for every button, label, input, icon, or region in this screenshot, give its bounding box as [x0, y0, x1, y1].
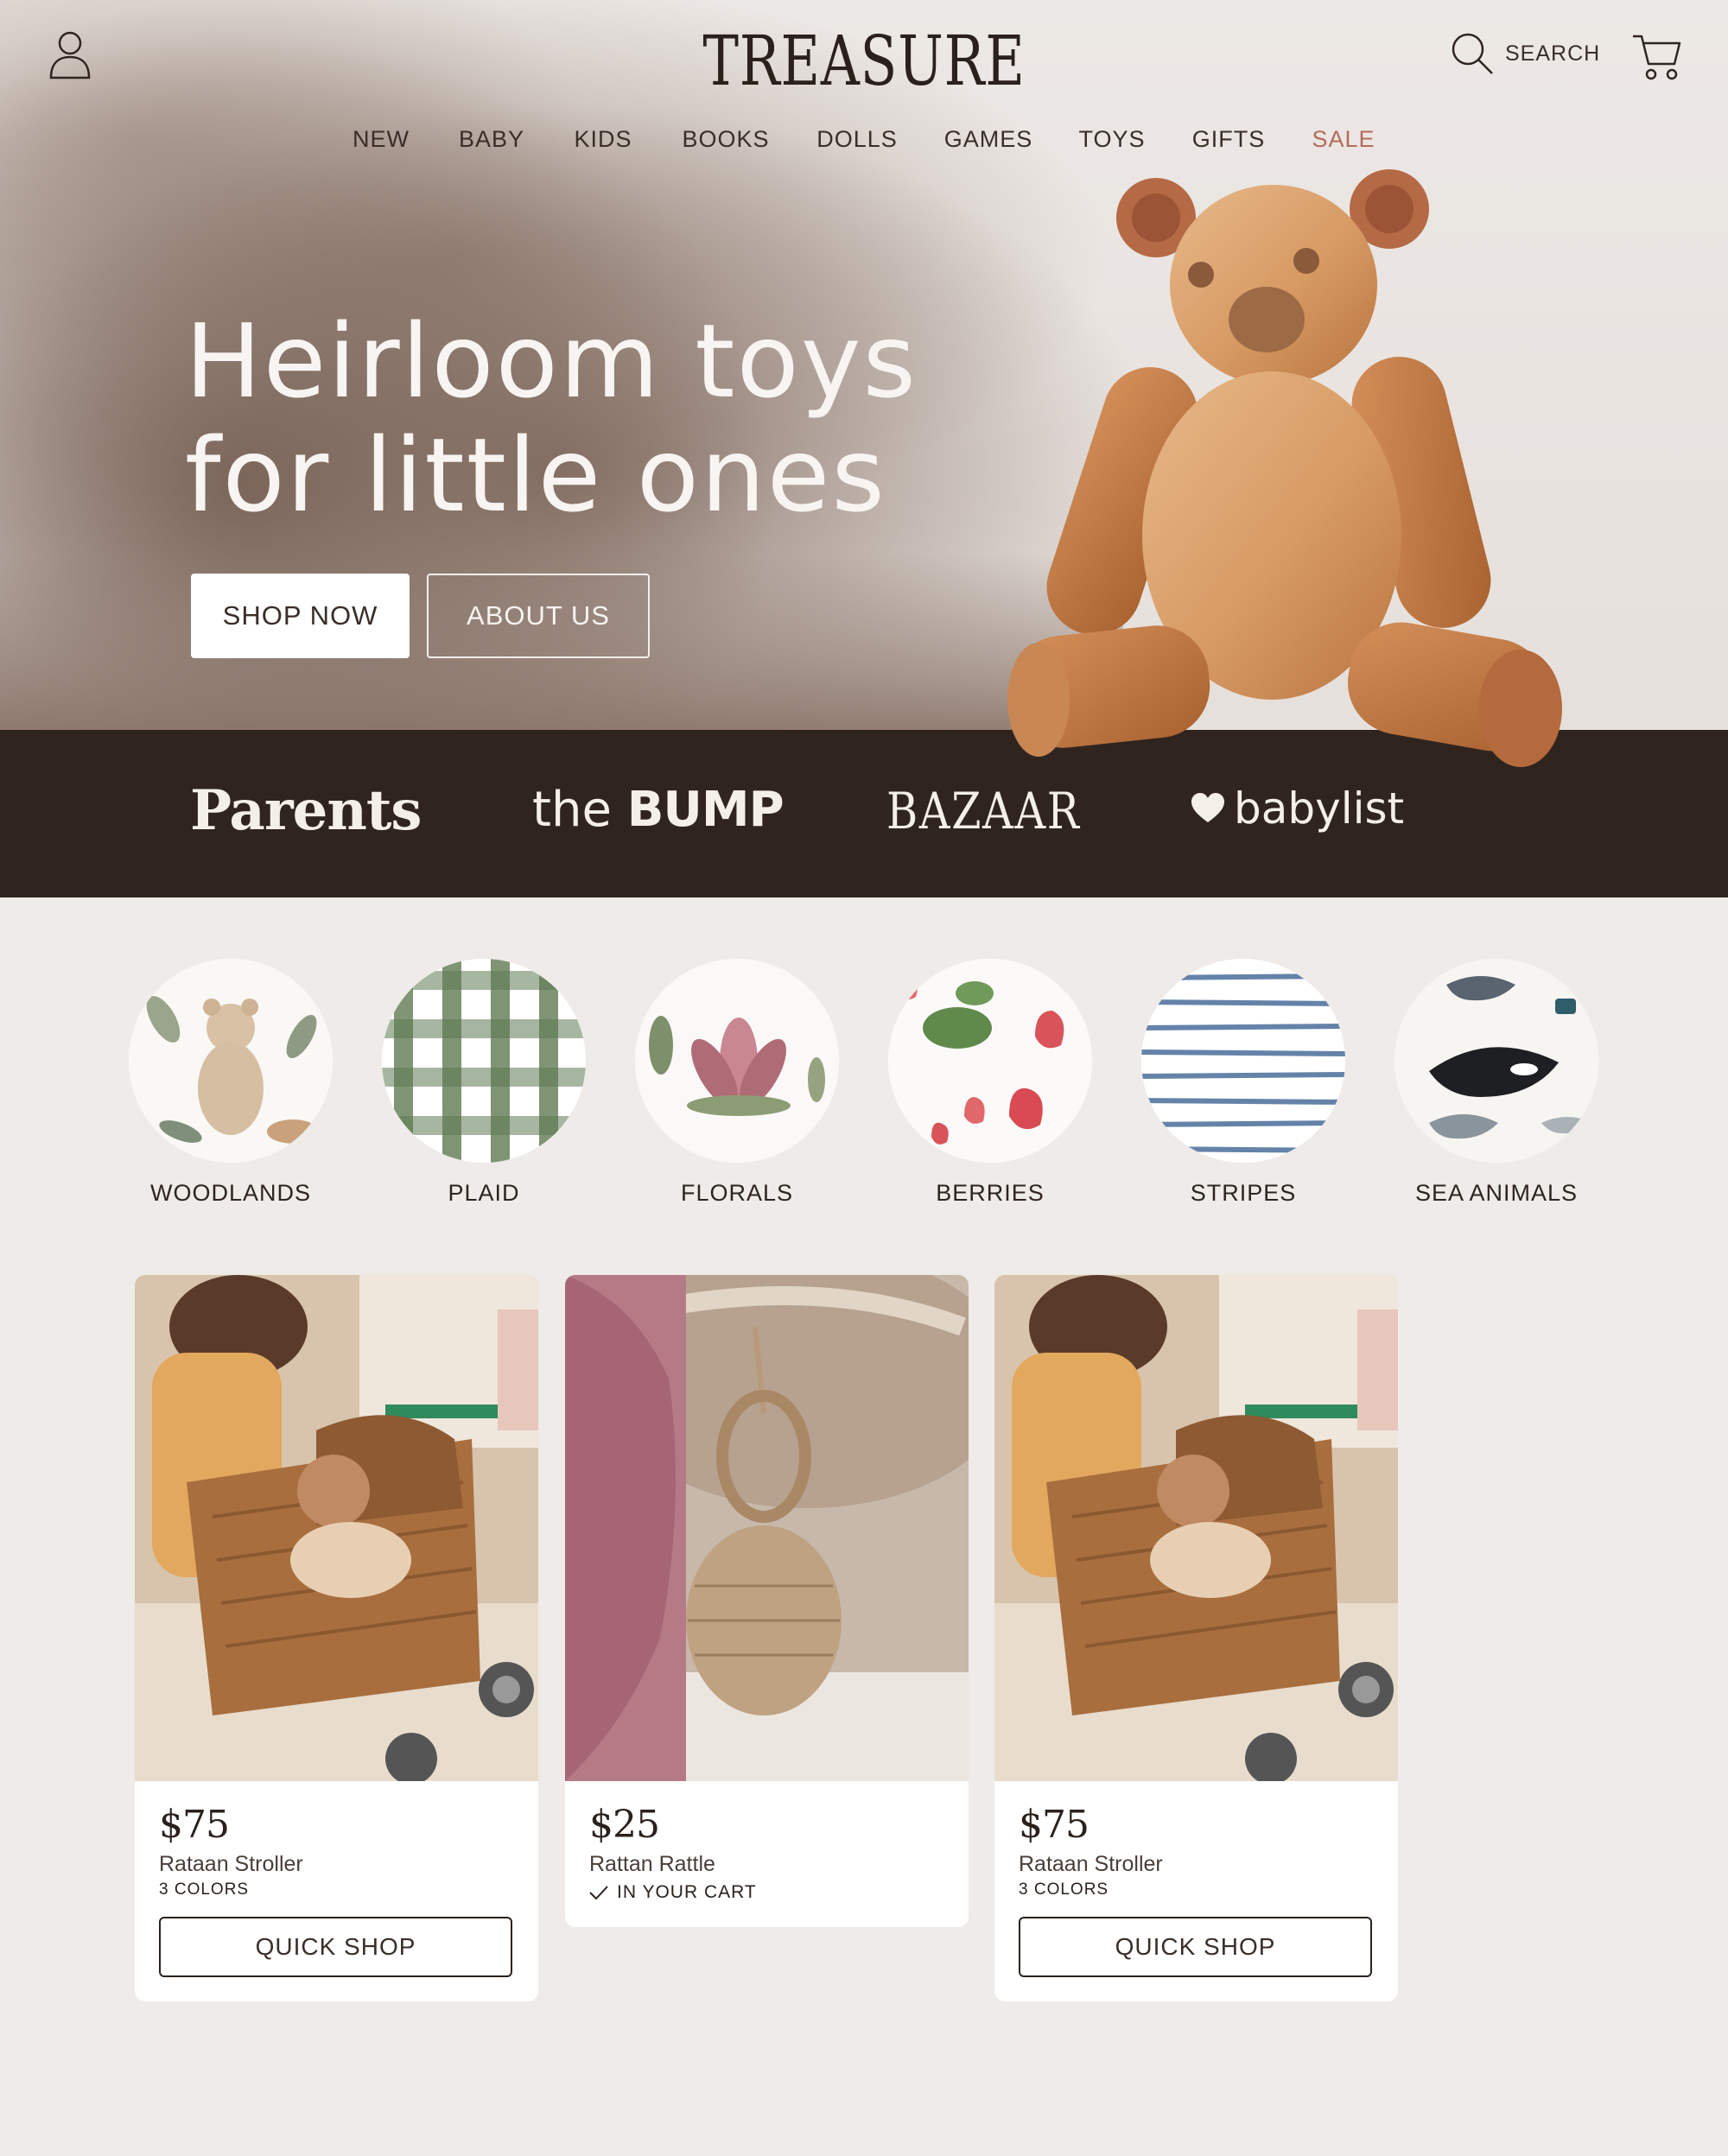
product-image-stroller[interactable]: [135, 1275, 538, 1781]
product-name[interactable]: Rataan Stroller: [159, 1852, 514, 1877]
nav-books[interactable]: BOOKS: [682, 126, 769, 153]
press-logo-babylist: babylist: [1191, 783, 1404, 834]
heart-icon: [1191, 793, 1224, 822]
category-stripes[interactable]: STRIPES: [1140, 959, 1347, 1207]
category-woodlands-image: [129, 959, 333, 1163]
product-card[interactable]: $75 Rataan Stroller 3 COLORS QUICK SHOP: [135, 1275, 538, 2001]
product-colors: 3 COLORS: [159, 1880, 250, 1899]
press-logo-parents: Parents: [190, 778, 422, 843]
category-berries-image: [888, 959, 1092, 1163]
category-label: STRIPES: [1190, 1180, 1297, 1206]
search-button[interactable]: SEARCH: [1450, 29, 1600, 78]
category-label: WOODLANDS: [149, 1180, 312, 1206]
category-label: BERRIES: [936, 1180, 1045, 1206]
press-logo-babylist-text: babylist: [1234, 783, 1405, 834]
product-image-stroller[interactable]: [994, 1275, 1398, 1781]
site-logo[interactable]: TREASURE: [190, 22, 1538, 100]
cart-icon[interactable]: [1631, 33, 1683, 81]
category-plaid-image: [382, 959, 586, 1163]
nav-kids[interactable]: KIDS: [574, 126, 632, 153]
press-logo-the-bump: the BUMP: [532, 782, 785, 838]
product-colors: 3 COLORS: [1019, 1880, 1109, 1899]
check-icon: [589, 1886, 608, 1899]
press-logo-the: the: [532, 782, 612, 838]
product-name[interactable]: Rataan Stroller: [1019, 1852, 1374, 1877]
product-price: $75: [1019, 1803, 1090, 1847]
quick-shop-button[interactable]: QUICK SHOP: [159, 1917, 512, 1977]
product-card[interactable]: $75 Rataan Stroller 3 COLORS QUICK SHOP: [994, 1275, 1398, 2001]
category-label: SEA ANIMALS: [1414, 1180, 1579, 1206]
in-cart-label: IN YOUR CART: [617, 1882, 757, 1902]
category-label: FLORALS: [680, 1180, 794, 1206]
hero-headline-line2: for little ones: [185, 415, 886, 535]
product-name[interactable]: Rattan Rattle: [589, 1852, 944, 1877]
product-price: $25: [589, 1803, 660, 1847]
nav-dolls[interactable]: DOLLS: [816, 126, 898, 153]
in-cart-status: IN YOUR CART: [589, 1882, 944, 1903]
nav-baby[interactable]: BABY: [459, 126, 524, 153]
wooden-bear-image: [1007, 169, 1562, 767]
search-label: SEARCH: [1505, 41, 1601, 66]
category-florals[interactable]: FLORALS: [633, 959, 841, 1207]
category-berries[interactable]: BERRIES: [886, 959, 1094, 1207]
category-woodlands[interactable]: WOODLANDS: [127, 959, 334, 1207]
category-sea-animals-image: [1394, 959, 1598, 1163]
press-logo-bazaar: BAZAAR: [886, 782, 1081, 840]
product-image-rattle[interactable]: [565, 1275, 969, 1781]
about-us-button[interactable]: ABOUT US: [427, 574, 650, 658]
category-label: PLAID: [448, 1180, 520, 1206]
quick-shop-button[interactable]: QUICK SHOP: [1019, 1917, 1372, 1977]
hero-headline-line1: Heirloom toys: [185, 301, 918, 421]
hero-headline: Heirloom toys for little ones: [185, 304, 962, 532]
product-card[interactable]: $25 Rattan Rattle IN YOUR CART: [565, 1275, 969, 1927]
category-stripes-image: [1141, 959, 1345, 1163]
nav-new[interactable]: NEW: [353, 126, 410, 153]
search-icon: [1452, 33, 1493, 74]
product-price: $75: [159, 1803, 230, 1847]
category-sea-animals[interactable]: SEA ANIMALS: [1393, 959, 1600, 1207]
press-logo-bump: BUMP: [626, 782, 785, 838]
category-florals-image: [635, 959, 839, 1163]
shop-now-button[interactable]: SHOP NOW: [191, 574, 410, 658]
category-plaid[interactable]: PLAID: [380, 959, 588, 1207]
profile-icon[interactable]: [48, 29, 92, 79]
